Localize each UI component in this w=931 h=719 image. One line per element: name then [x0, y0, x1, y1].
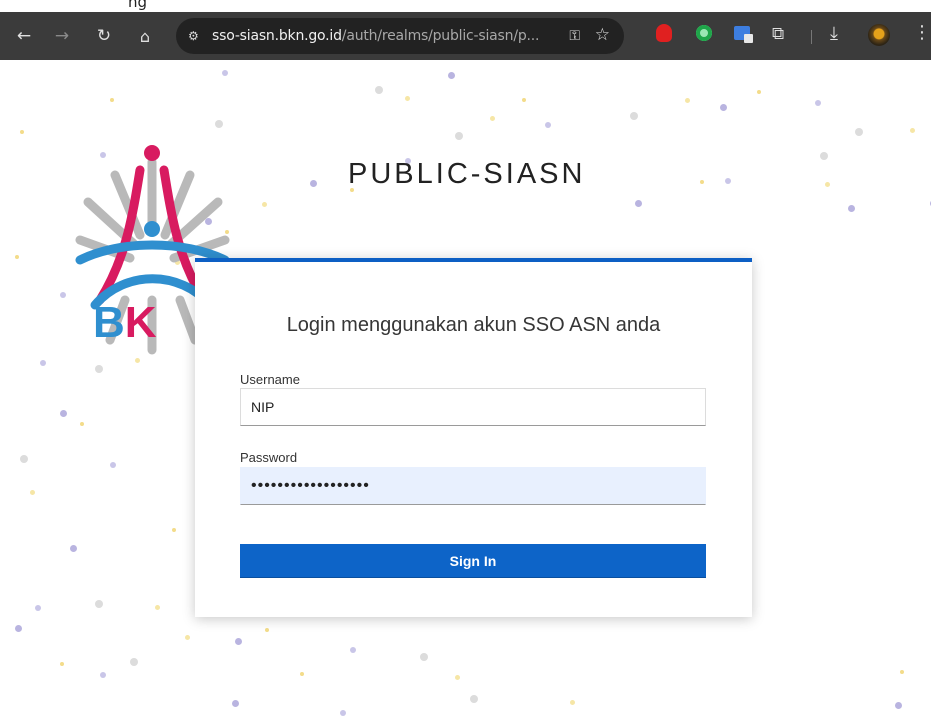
- background-dot: [725, 178, 731, 184]
- background-dot: [350, 647, 356, 653]
- background-dot: [545, 122, 551, 128]
- window-title-fragment: ng: [128, 0, 148, 11]
- background-dot: [30, 490, 35, 495]
- background-dot: [172, 528, 176, 532]
- background-dot: [100, 672, 106, 678]
- background-dot: [635, 200, 642, 207]
- background-dot: [300, 672, 304, 676]
- url-path: /auth/realms/public-siasn/p...: [341, 28, 540, 44]
- background-dot: [310, 180, 317, 187]
- username-input[interactable]: [240, 388, 706, 426]
- logo-letter-k: K: [124, 298, 157, 347]
- background-dot: [825, 182, 830, 187]
- background-dot: [630, 112, 638, 120]
- login-page: BK PUBLIC-SIASN Login menggunakan akun S…: [0, 60, 931, 719]
- star-icon[interactable]: ☆: [595, 25, 610, 45]
- background-dot: [757, 90, 761, 94]
- background-dot: [185, 635, 190, 640]
- background-dot: [820, 152, 828, 160]
- background-dot: [700, 180, 704, 184]
- green-extension-icon[interactable]: [694, 23, 714, 43]
- background-dot: [40, 360, 46, 366]
- background-dot: [848, 205, 855, 212]
- key-icon[interactable]: ⚿: [569, 27, 580, 44]
- login-card: Login menggunakan akun SSO ASN anda User…: [195, 258, 752, 617]
- background-dot: [522, 98, 526, 102]
- translate-extension-icon[interactable]: [732, 23, 753, 43]
- puzzle-icon[interactable]: ⧉: [772, 24, 784, 44]
- background-dot: [405, 96, 410, 101]
- logo-letter-b: B: [93, 298, 125, 347]
- background-dot: [15, 625, 22, 632]
- url-host: sso-siasn.bkn.go.id: [212, 28, 342, 44]
- reload-icon[interactable]: ↻: [89, 21, 119, 51]
- background-dot: [375, 86, 383, 94]
- background-dot: [265, 628, 269, 632]
- background-dot: [262, 202, 267, 207]
- background-dot: [95, 600, 103, 608]
- background-dot: [155, 605, 160, 610]
- username-label: Username: [240, 372, 300, 387]
- background-dot: [455, 132, 463, 140]
- background-dot: [70, 545, 77, 552]
- back-arrow-icon[interactable]: ←: [9, 21, 39, 51]
- download-icon[interactable]: ⤓: [830, 23, 838, 44]
- window-title-strip: ng: [0, 0, 931, 12]
- bkn-logo-text: BK: [93, 298, 157, 348]
- password-label: Password: [240, 450, 298, 465]
- background-dot: [470, 695, 478, 703]
- background-dot: [215, 120, 223, 128]
- background-dot: [235, 638, 242, 645]
- home-icon[interactable]: ⌂: [130, 21, 160, 51]
- background-dot: [20, 130, 24, 134]
- profile-avatar[interactable]: [868, 24, 890, 46]
- background-dot: [15, 255, 19, 259]
- sign-in-button[interactable]: Sign In: [240, 544, 706, 578]
- tune-icon[interactable]: ⚙: [188, 29, 204, 43]
- url-text[interactable]: sso-siasn.bkn.go.id/auth/realms/public-s…: [212, 28, 539, 44]
- background-dot: [60, 410, 67, 417]
- background-dot: [340, 710, 346, 716]
- background-dot: [232, 700, 239, 707]
- toolbar-divider: [811, 30, 812, 44]
- background-dot: [60, 292, 66, 298]
- background-dot: [490, 116, 495, 121]
- background-dot: [720, 104, 727, 111]
- background-dot: [95, 365, 103, 373]
- background-dot: [110, 462, 116, 468]
- forward-arrow-icon[interactable]: →: [47, 21, 77, 51]
- background-dot: [448, 72, 455, 79]
- realm-title: PUBLIC-SIASN: [348, 158, 586, 190]
- red-extension-icon[interactable]: [654, 23, 674, 43]
- background-dot: [900, 670, 904, 674]
- background-dot: [420, 653, 428, 661]
- background-dot: [130, 658, 138, 666]
- background-dot: [855, 128, 863, 136]
- background-dot: [60, 662, 64, 666]
- background-dot: [110, 98, 114, 102]
- more-menu-icon[interactable]: ⋮: [913, 22, 931, 43]
- background-dot: [80, 422, 84, 426]
- background-dot: [20, 455, 28, 463]
- background-dot: [685, 98, 690, 103]
- background-dot: [222, 70, 228, 76]
- browser-toolbar: ← → ↻ ⌂ ⚙ sso-siasn.bkn.go.id/auth/realm…: [0, 12, 931, 60]
- background-dot: [455, 675, 460, 680]
- background-dot: [815, 100, 821, 106]
- login-heading: Login menggunakan akun SSO ASN anda: [286, 314, 661, 336]
- background-dot: [910, 128, 915, 133]
- password-input[interactable]: [240, 467, 706, 505]
- address-bar[interactable]: ⚙ sso-siasn.bkn.go.id/auth/realms/public…: [176, 18, 624, 54]
- background-dot: [895, 702, 902, 709]
- background-dot: [570, 700, 575, 705]
- background-dot: [35, 605, 41, 611]
